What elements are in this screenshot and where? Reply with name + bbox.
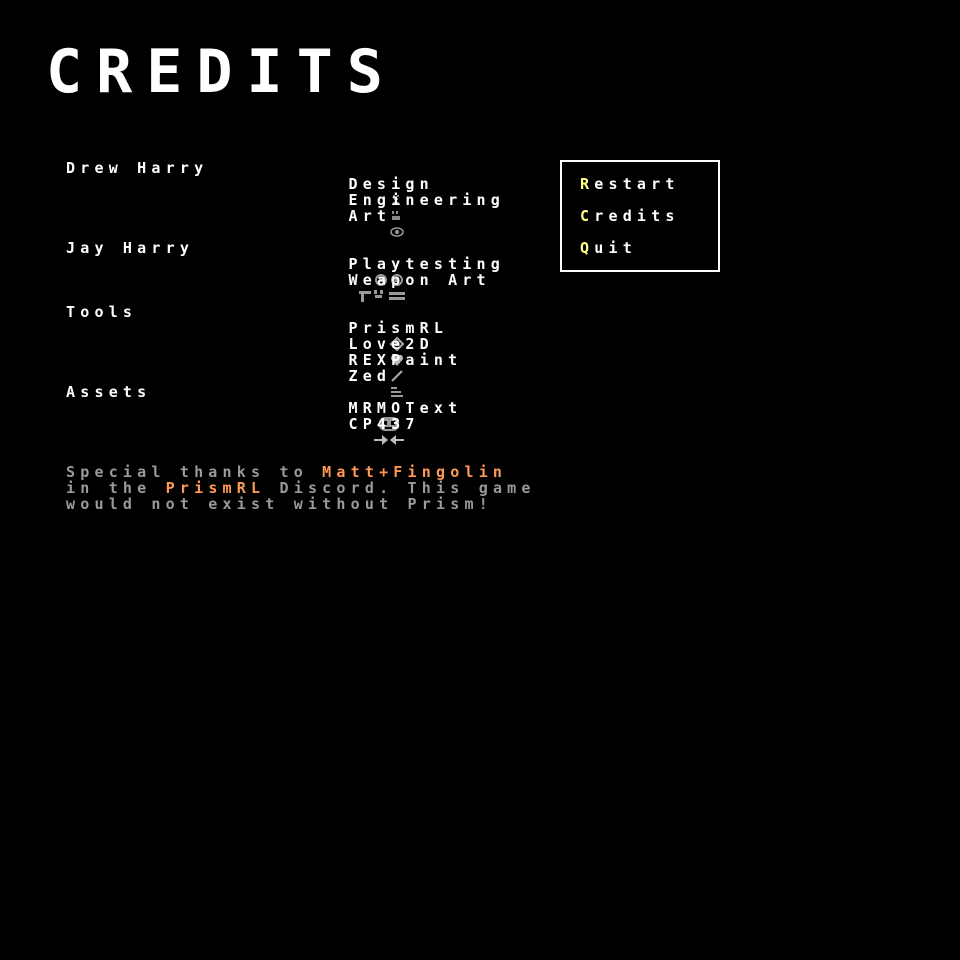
thanks-line-3: would not exist without Prism! (66, 495, 493, 513)
menu-credits[interactable]: Credits (580, 208, 680, 224)
credit-item-zed: Zed (304, 352, 404, 397)
menu-restart[interactable]: Restart (580, 176, 680, 192)
thanks-line-1: Special thanks to Matt+Fingolin (66, 463, 508, 481)
credit-name-drew: Drew Harry (66, 159, 209, 177)
hotkey-r: R (580, 175, 595, 193)
arrows-icon (316, 416, 405, 445)
menu-quit[interactable]: Quit (580, 240, 637, 256)
credit-name-jay: Jay Harry (66, 239, 195, 257)
gun-icon (300, 272, 406, 302)
eye-icon (332, 208, 405, 237)
credit-name-assets: Assets (66, 383, 152, 401)
credit-item-weapon-art: Weapon Art (272, 256, 491, 302)
hotkey-c: C (580, 207, 595, 225)
text-editor-icon (332, 368, 404, 397)
credit-item-cp437: CP437 (288, 400, 420, 445)
hotkey-q: Q (580, 239, 595, 257)
page-title: CREDITS (46, 37, 397, 107)
thanks-line-2: in the PrismRL Discord. This game (66, 479, 536, 497)
main-menu: Restart Credits Quit (560, 160, 720, 272)
credit-name-tools: Tools (66, 303, 138, 321)
credit-item-art: Art (304, 192, 405, 237)
